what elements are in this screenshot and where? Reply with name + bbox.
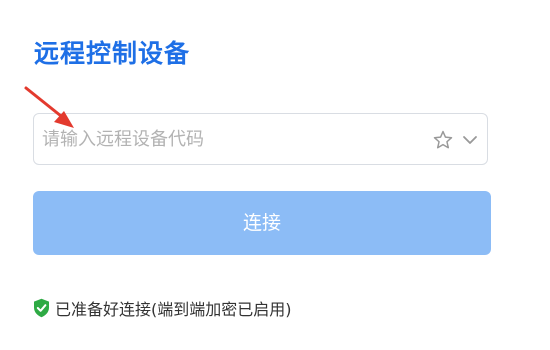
connection-status: 已准备好连接(端到端加密已启用) [33,296,292,320]
red-arrow-icon [24,86,74,128]
device-code-input[interactable] [34,114,422,164]
status-text: 已准备好连接(端到端加密已启用) [55,300,292,319]
chevron-down-icon[interactable] [462,133,478,147]
star-icon[interactable] [432,129,454,151]
remote-control-panel: 远程控制设备 连接 已准备好连接(端到端加密已启用) [0,0,550,350]
device-code-field[interactable] [33,113,488,165]
shield-check-icon [34,298,49,318]
page-title: 远程控制设备 [34,39,191,68]
connect-button[interactable]: 连接 [33,191,491,255]
